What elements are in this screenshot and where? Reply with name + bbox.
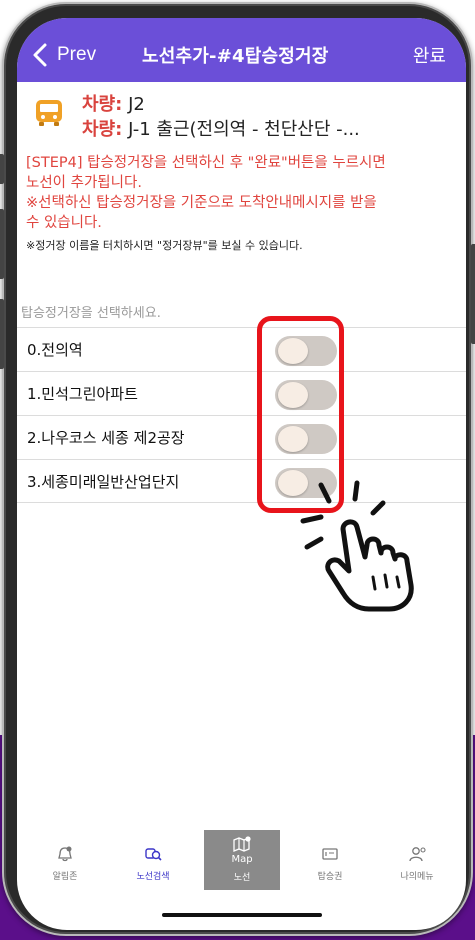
tab-label: 탑승권 [317, 872, 343, 882]
done-button[interactable]: 완료 [413, 42, 446, 68]
tab-alert-zone[interactable]: 알림존 [27, 834, 103, 892]
instruction-line: 노선이 추가됩니다. [26, 175, 142, 191]
stop-toggle[interactable] [275, 380, 337, 410]
person-icon [409, 847, 426, 862]
bus-search-icon [145, 848, 162, 861]
stop-row[interactable]: 0.전의역 [17, 327, 466, 371]
navigation-bar: Prev 노선추가-#4탑승정거장 완료 [17, 18, 466, 82]
step-instructions: [STEP4] 탑승정거장을 선택하신 후 "완료"버튼을 누르시면 노선이 추… [26, 153, 456, 233]
tab-label: 노선 [233, 873, 251, 883]
stop-name[interactable]: 1.민석그린아파트 [27, 383, 138, 404]
tab-label: 노선검색 [136, 872, 170, 882]
back-button[interactable]: Prev [31, 40, 96, 70]
tap-hand-icon [300, 480, 414, 612]
map-icon [233, 836, 251, 852]
stop-name[interactable]: 2.나우코스 세종 제2공장 [27, 427, 185, 448]
tab-route-map[interactable]: Map 노선 [204, 830, 280, 890]
chevron-left-icon [33, 43, 47, 67]
stop-name[interactable]: 3.세종미래일반산업단지 [27, 471, 179, 492]
phone-frame: Prev 노선추가-#4탑승정거장 완료 차량: J2 차량: J-1 출근(전… [0, 2, 475, 936]
stop-toggle[interactable] [275, 336, 337, 366]
tab-label: 나의메뉴 [400, 872, 434, 882]
vehicle-value: J-1 출근(전의역 - 천단산단 -... [128, 119, 360, 140]
stop-toggle[interactable] [275, 424, 337, 454]
instruction-line: [STEP4] 탑승정거장을 선택하신 후 "완료"버튼을 누르시면 [26, 155, 386, 171]
toggle-knob [278, 382, 308, 408]
home-indicator [162, 913, 322, 917]
tab-my-menu[interactable]: 나의메뉴 [379, 834, 455, 892]
vehicle-label: 차량: [82, 94, 123, 115]
bus-icon [36, 100, 62, 126]
volume-down-button [0, 299, 4, 369]
bottom-tab-bar: 알림존 노선검색 Map 노선 탑승권 나의메뉴 [17, 830, 466, 894]
instruction-line: ※선택하신 탑승정거장을 기준으로 도착안내메시지를 받을 [26, 195, 377, 211]
ticket-icon [322, 848, 338, 860]
tab-route-search[interactable]: 노선검색 [115, 834, 191, 892]
stop-view-hint: ※정거장 이름을 터치하시면 "정거장뷰"를 보실 수 있습니다. [26, 239, 303, 252]
toggle-knob [278, 338, 308, 364]
vehicle-value: J2 [128, 94, 145, 115]
bell-icon [58, 846, 72, 862]
volume-up-button [0, 209, 4, 279]
back-label: Prev [57, 44, 97, 65]
stop-row[interactable]: 1.민석그린아파트 [17, 371, 466, 415]
page-title: 노선추가-#4탑승정거장 [142, 46, 329, 67]
map-badge-text: Map [231, 854, 253, 865]
list-header: 탑승정거장을 선택하세요. [21, 306, 161, 321]
instruction-line: 수 있습니다. [26, 215, 102, 231]
stop-row[interactable]: 2.나우코스 세종 제2공장 [17, 415, 466, 459]
vehicle-line-1: 차량: J2 [82, 90, 145, 116]
tab-boarding-pass[interactable]: 탑승권 [292, 834, 368, 892]
mute-switch [0, 154, 4, 184]
vehicle-line-2: 차량: J-1 출근(전의역 - 천단산단 -... [82, 115, 360, 141]
power-button [471, 244, 475, 344]
tab-label: 알림존 [52, 872, 78, 882]
toggle-knob [278, 426, 308, 452]
screen: Prev 노선추가-#4탑승정거장 완료 차량: J2 차량: J-1 출근(전… [17, 18, 466, 930]
stop-name[interactable]: 0.전의역 [27, 339, 83, 360]
vehicle-label: 차량: [82, 119, 123, 140]
